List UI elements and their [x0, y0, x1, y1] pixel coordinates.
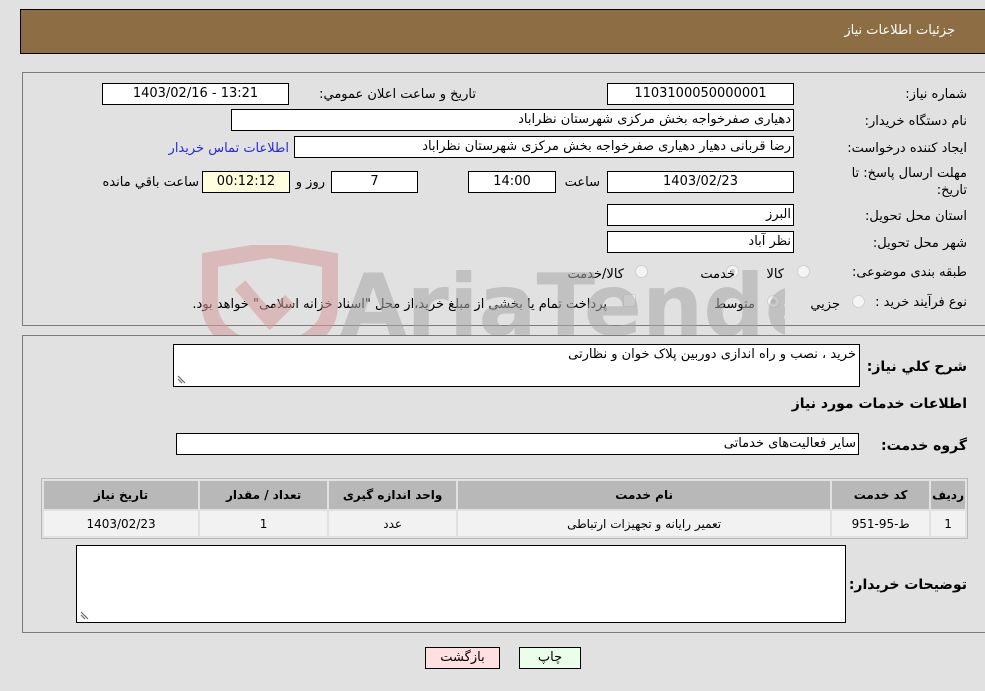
- resize-grip-icon[interactable]: [176, 374, 186, 384]
- need-number-label: شماره نیاز:: [905, 87, 967, 102]
- col-row-number: ردیف: [931, 481, 965, 509]
- need-number-field[interactable]: 1103100050000001: [607, 83, 794, 105]
- buyer-contact-link[interactable]: اطلاعات تماس خریدار: [169, 141, 289, 156]
- table-row: 1 ط-95-951 تعمیر رایانه و تجهیزات ارتباط…: [44, 511, 965, 536]
- col-unit: واحد اندازه گیری: [329, 481, 457, 509]
- cell-row-number: 1: [931, 511, 965, 536]
- cell-service-name: تعمیر رایانه و تجهیزات ارتباطی: [458, 511, 831, 536]
- category-option-goods-service: کالا/خدمت: [567, 267, 624, 282]
- deadline-label: مهلت ارسال پاسخ: تا تاریخ:: [851, 166, 967, 198]
- time-label: ساعت: [564, 175, 600, 190]
- process-option-minor: جزيي: [810, 297, 840, 312]
- buyer-notes-textarea[interactable]: [76, 545, 846, 623]
- resize-grip-icon[interactable]: [79, 610, 89, 620]
- cell-unit: عدد: [329, 511, 457, 536]
- cell-need-date: 1403/02/23: [44, 511, 199, 536]
- category-label: طبقه بندی موضوعی:: [851, 265, 967, 280]
- province-field[interactable]: البرز: [607, 204, 794, 226]
- creator-field[interactable]: رضا قربانی دهیار دهیاری صفرخواجه بخش مرک…: [294, 136, 794, 158]
- general-desc-text: خرید ، نصب و راه اندازی دوربین پلاک خوان…: [568, 347, 856, 362]
- category-option-goods: کالا: [766, 267, 784, 282]
- deadline-time-field[interactable]: 14:00: [468, 171, 556, 193]
- buyer-org-field[interactable]: دهیاری صفرخواجه بخش مرکزی شهرستان نظرابا…: [231, 109, 794, 131]
- col-service-code: کد خدمت: [832, 481, 930, 509]
- service-group-label: گروه خدمت:: [881, 438, 967, 454]
- col-service-name: نام خدمت: [458, 481, 831, 509]
- back-button[interactable]: بازگشت: [425, 647, 500, 669]
- process-type-label: نوع فرآیند خرید :: [875, 295, 967, 310]
- category-radio-goods-service[interactable]: [635, 265, 648, 278]
- services-table: ردیف کد خدمت نام خدمت واحد اندازه گیری ت…: [41, 478, 968, 539]
- print-button[interactable]: چاپ: [519, 647, 581, 669]
- treasury-payment-checkbox[interactable]: [623, 294, 636, 307]
- table-header-row: ردیف کد خدمت نام خدمت واحد اندازه گیری ت…: [44, 481, 965, 509]
- city-field[interactable]: نظر آباد: [607, 231, 794, 253]
- days-suffix-label: روز و: [295, 175, 325, 190]
- remaining-time-field: 00:12:12: [202, 171, 290, 193]
- process-radio-minor[interactable]: [852, 295, 865, 308]
- remaining-time-label: ساعت باقي مانده: [102, 175, 199, 190]
- col-quantity: تعداد / مقدار: [200, 481, 328, 509]
- process-option-medium: متوسط: [714, 297, 755, 312]
- city-label: شهر محل تحویل:: [872, 236, 967, 251]
- buyer-org-label: نام دستگاه خریدار:: [864, 114, 967, 129]
- cell-service-code: ط-95-951: [832, 511, 930, 536]
- announce-label: تاریخ و ساعت اعلان عمومي:: [319, 87, 476, 102]
- creator-label: ایجاد کننده درخواست:: [847, 141, 967, 156]
- services-section-title: اطلاعات خدمات مورد نیاز: [791, 396, 967, 412]
- service-group-field[interactable]: سایر فعالیت‌های خدماتی: [176, 433, 859, 455]
- need-info-panel: شماره نیاز: 1103100050000001 تاریخ و ساع…: [22, 72, 985, 326]
- deadline-date-field[interactable]: 1403/02/23: [607, 171, 794, 193]
- category-option-service: خدمت: [700, 267, 735, 282]
- page-header: جزئیات اطلاعات نیاز: [20, 9, 985, 54]
- process-radio-medium[interactable]: [767, 295, 780, 308]
- category-radio-goods[interactable]: [797, 265, 810, 278]
- payment-note: پرداخت تمام یا بخشی از مبلغ خرید،از محل …: [192, 297, 607, 312]
- announce-datetime-field[interactable]: 1403/02/16 - 13:21: [102, 83, 289, 105]
- details-panel: شرح کلي نیاز: خرید ، نصب و راه اندازی دو…: [22, 335, 985, 633]
- cell-quantity: 1: [200, 511, 328, 536]
- province-label: استان محل تحویل:: [865, 209, 967, 224]
- buyer-notes-label: توضیحات خریدار:: [848, 577, 967, 593]
- general-desc-textarea[interactable]: خرید ، نصب و راه اندازی دوربین پلاک خوان…: [173, 344, 860, 387]
- days-field[interactable]: 7: [331, 171, 418, 193]
- page-title: جزئیات اطلاعات نیاز: [844, 23, 955, 38]
- general-desc-label: شرح کلي نیاز:: [866, 359, 967, 375]
- col-need-date: تاریخ نیاز: [44, 481, 199, 509]
